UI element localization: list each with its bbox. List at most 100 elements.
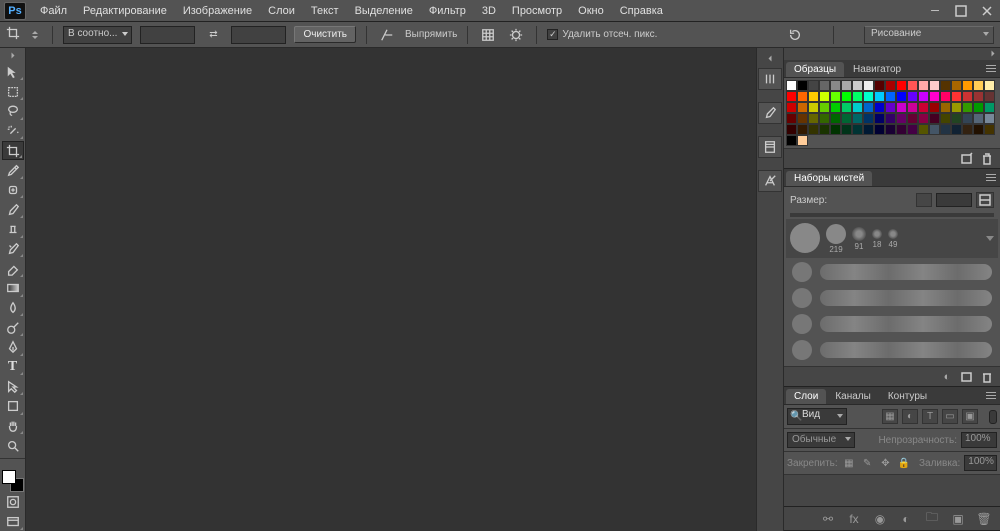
gradient-tool[interactable] (2, 279, 24, 298)
link-layers-icon[interactable]: ⚯ (820, 511, 836, 527)
swatch[interactable] (841, 91, 852, 102)
magic-wand-tool[interactable] (2, 122, 24, 141)
swatch[interactable] (984, 102, 995, 113)
swatch[interactable] (907, 113, 918, 124)
swatch[interactable] (929, 113, 940, 124)
swatch[interactable] (863, 80, 874, 91)
pen-tool[interactable] (2, 338, 24, 357)
straighten-icon[interactable] (377, 25, 397, 45)
tab-swatches[interactable]: Образцы (786, 62, 844, 77)
swatch[interactable] (918, 113, 929, 124)
menu-справка[interactable]: Справка (612, 2, 671, 20)
swatch[interactable] (819, 113, 830, 124)
dock-panel-button-4[interactable] (758, 170, 782, 192)
swatch[interactable] (940, 113, 951, 124)
swatch[interactable] (951, 124, 962, 135)
delete-cropped-checkbox[interactable]: ✓Удалить отсеч. пикс. (547, 29, 657, 40)
crop-tool[interactable] (2, 141, 24, 160)
layer-style-icon[interactable]: fx (846, 511, 862, 527)
brush-size-input[interactable] (936, 193, 972, 207)
screen-mode-button[interactable] (2, 512, 24, 531)
color-swatches[interactable] (2, 470, 24, 492)
swatch[interactable] (830, 80, 841, 91)
lasso-tool[interactable] (2, 102, 24, 121)
new-brush-button[interactable] (960, 370, 974, 384)
brush-preset-thumb[interactable]: 18 (872, 229, 882, 249)
new-swatch-button[interactable] (960, 152, 974, 166)
brush-preview-stroke[interactable] (820, 264, 992, 280)
swatch[interactable] (962, 102, 973, 113)
swatch[interactable] (885, 124, 896, 135)
menu-редактирование[interactable]: Редактирование (75, 2, 175, 20)
swatch[interactable] (907, 102, 918, 113)
fill-input[interactable]: 100% (964, 455, 997, 471)
swatch[interactable] (929, 102, 940, 113)
swatch[interactable] (918, 102, 929, 113)
tab-brush-presets[interactable]: Наборы кистей (786, 171, 872, 186)
adjustment-layer-icon[interactable]: ◐ (898, 511, 914, 527)
brush-preview-dot[interactable] (792, 340, 812, 360)
filter-adjustment-icon[interactable]: ◐ (902, 409, 918, 424)
swatch[interactable] (863, 113, 874, 124)
lock-pixels-icon[interactable]: ✎ (860, 456, 874, 471)
menu-изображение[interactable]: Изображение (175, 2, 260, 20)
lock-transparency-icon[interactable]: ▦ (842, 456, 856, 471)
swatch[interactable] (819, 91, 830, 102)
opacity-input[interactable]: 100% (961, 432, 997, 448)
right-dock-collapse-icon[interactable] (784, 48, 1000, 60)
new-layer-icon[interactable]: ▣ (950, 511, 966, 527)
swatch[interactable] (951, 102, 962, 113)
swatch[interactable] (797, 91, 808, 102)
brush-preview-stroke[interactable] (820, 316, 992, 332)
filter-toggle-switch[interactable] (989, 410, 997, 424)
blend-mode-dropdown[interactable]: Обычные (787, 432, 855, 448)
swatch[interactable] (852, 124, 863, 135)
filter-pixel-icon[interactable]: ▦ (882, 409, 898, 424)
tab-paths[interactable]: Контуры (880, 389, 935, 404)
swatches-panel-menu-icon[interactable] (984, 61, 998, 75)
swatch[interactable] (852, 113, 863, 124)
swatch[interactable] (973, 102, 984, 113)
swatch[interactable] (896, 80, 907, 91)
window-close-button[interactable] (974, 1, 1000, 21)
swatch[interactable] (797, 124, 808, 135)
brush-panel-menu-icon[interactable] (984, 170, 998, 184)
swatch[interactable] (984, 91, 995, 102)
tab-channels[interactable]: Каналы (827, 389, 879, 404)
swatch[interactable] (830, 102, 841, 113)
swatch[interactable] (830, 124, 841, 135)
tab-layers[interactable]: Слои (786, 389, 826, 404)
blur-tool[interactable] (2, 299, 24, 318)
swatch[interactable] (951, 91, 962, 102)
move-tool[interactable] (2, 63, 24, 82)
swatch[interactable] (896, 124, 907, 135)
swatch[interactable] (929, 91, 940, 102)
eraser-tool[interactable] (2, 259, 24, 278)
brush-reset-button[interactable] (916, 193, 932, 207)
menu-просмотр[interactable]: Просмотр (504, 2, 570, 20)
filter-shape-icon[interactable]: ▭ (942, 409, 958, 424)
brush-row-scroll-icon[interactable] (986, 236, 994, 241)
swatch[interactable] (797, 102, 808, 113)
foreground-color-swatch[interactable] (2, 470, 16, 484)
swatch[interactable] (797, 135, 808, 146)
swatch[interactable] (885, 80, 896, 91)
lock-all-icon[interactable]: 🔒 (897, 456, 911, 471)
swatch[interactable] (907, 124, 918, 135)
dock-panel-button-1[interactable] (758, 68, 782, 90)
swatch[interactable] (830, 113, 841, 124)
swatch[interactable] (918, 124, 929, 135)
brush-preview-dot[interactable] (792, 288, 812, 308)
layer-group-icon[interactable]: 🗀 (924, 511, 940, 527)
zoom-tool[interactable] (2, 436, 24, 455)
swatch[interactable] (808, 91, 819, 102)
swatch[interactable] (918, 91, 929, 102)
swatch[interactable] (863, 91, 874, 102)
swatch[interactable] (852, 91, 863, 102)
menu-окно[interactable]: Окно (570, 2, 612, 20)
marquee-tool[interactable] (2, 82, 24, 101)
menu-слои[interactable]: Слои (260, 2, 303, 20)
swatch[interactable] (852, 80, 863, 91)
menu-фильтр[interactable]: Фильтр (421, 2, 474, 20)
swatch[interactable] (874, 91, 885, 102)
